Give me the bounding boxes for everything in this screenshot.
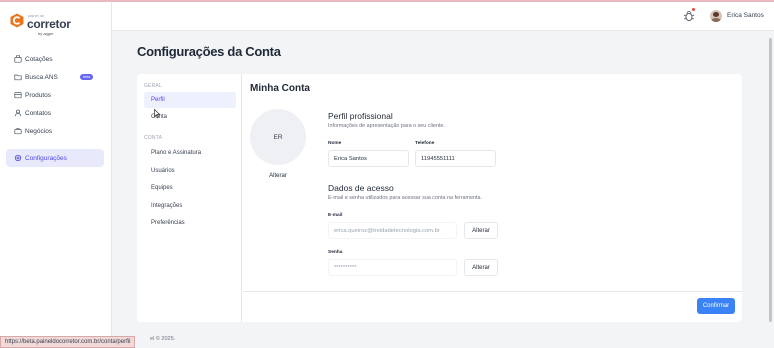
settings-nav: GERAL Perfil Conta CONTA Plano e Assinat… <box>137 74 242 322</box>
mouse-cursor-icon <box>154 109 160 118</box>
nav-item-label: Negócios <box>25 127 53 135</box>
footer-copyright: el © 2025. <box>150 336 176 342</box>
password-input: ********** <box>328 259 457 276</box>
profile-section-subtitle: Informações de apresentação para o seu c… <box>328 123 445 129</box>
change-photo-button[interactable]: Alterar <box>250 173 306 179</box>
settings-item-label: Integrações <box>151 203 183 209</box>
nav-item-negocios[interactable]: Negócios <box>6 122 104 140</box>
brand-logo[interactable]: painel do corretor by agger <box>10 13 80 39</box>
briefcase-icon <box>14 127 22 135</box>
nav-item-configuracoes[interactable]: Configurações <box>6 149 104 167</box>
settings-card: GERAL Perfil Conta CONTA Plano e Assinat… <box>137 74 742 322</box>
box-icon <box>14 91 22 99</box>
nav-item-cotacoes[interactable]: Cotações <box>6 50 104 68</box>
settings-item-label: Plano e Assinatura <box>151 150 202 156</box>
nav-item-label: Contatos <box>25 109 52 117</box>
nav-item-label: Cotações <box>25 55 53 63</box>
status-bar-url: https://beta.paineldocorretor.com.br/con… <box>0 336 136 348</box>
logo-by-text: by agger <box>38 31 54 36</box>
profile-section-title: Perfil profissional <box>328 111 393 121</box>
page-scrollbar-thumb[interactable] <box>769 38 772 322</box>
nav-item-produtos[interactable]: Produtos <box>6 86 104 104</box>
settings-group-general: GERAL <box>144 83 162 89</box>
person-icon <box>14 109 22 117</box>
settings-item-preferencias[interactable]: Preferências <box>144 215 236 231</box>
confirm-button[interactable]: Confirmar <box>697 298 735 314</box>
page-title: Configurações da Conta <box>137 44 281 59</box>
gear-icon <box>14 154 22 162</box>
form-divider <box>243 291 742 292</box>
settings-item-label: Usuários <box>151 168 175 174</box>
phone-label: Telefone <box>415 141 435 146</box>
settings-item-perfil[interactable]: Perfil <box>144 92 236 108</box>
beta-badge: beta <box>80 74 94 80</box>
user-name[interactable]: Erica Santos <box>727 12 764 19</box>
settings-group-account: CONTA <box>144 135 163 141</box>
nav-item-contatos[interactable]: Contatos <box>6 104 104 122</box>
basket-icon <box>14 55 22 63</box>
settings-item-integracoes[interactable]: Integrações <box>144 198 236 214</box>
settings-item-usuarios[interactable]: Usuários <box>144 163 236 179</box>
nav-item-label: Busca ANS <box>25 73 58 81</box>
change-password-button[interactable]: Alterar <box>464 259 498 276</box>
settings-item-label: Perfil <box>151 97 165 103</box>
folder-icon <box>14 73 22 81</box>
settings-item-equipes[interactable]: Equipes <box>144 180 236 196</box>
top-bar: Erica Santos <box>112 2 774 31</box>
nav-item-label: Configurações <box>25 154 67 162</box>
profile-avatar: ER <box>250 109 306 165</box>
email-label: E-mail <box>328 213 343 218</box>
notification-dot <box>692 8 695 11</box>
name-label: Nome <box>328 141 342 146</box>
password-label: Senha <box>328 250 343 255</box>
bug-report-icon[interactable] <box>683 10 695 22</box>
sidebar: painel do corretor by agger Cotações Bus… <box>0 2 112 348</box>
settings-item-label: Equipes <box>151 185 173 191</box>
section-title: Minha Conta <box>250 83 310 94</box>
avatar-initials: ER <box>273 133 283 141</box>
name-input[interactable]: Erica Santos <box>328 150 409 167</box>
access-section-title: Dados de acesso <box>328 183 394 193</box>
phone-input[interactable]: 11945551111 <box>415 150 496 167</box>
user-avatar[interactable] <box>710 10 722 22</box>
logo-main-text: corretor <box>27 17 71 31</box>
nav-item-busca-ans[interactable]: Busca ANS beta <box>6 68 104 86</box>
nav-item-label: Produtos <box>25 91 52 99</box>
change-email-button[interactable]: Alterar <box>464 222 498 239</box>
main-nav: Cotações Busca ANS beta Produtos Contato… <box>6 50 104 167</box>
email-input: erica.queiroz@treidadetecnologia.com.br <box>328 222 457 239</box>
settings-item-label: Preferências <box>151 220 185 226</box>
access-section-subtitle: E-mail e senha utilizados para acessar s… <box>328 195 483 201</box>
settings-item-plano[interactable]: Plano e Assinatura <box>144 145 236 161</box>
logo-mark-icon <box>10 13 24 28</box>
